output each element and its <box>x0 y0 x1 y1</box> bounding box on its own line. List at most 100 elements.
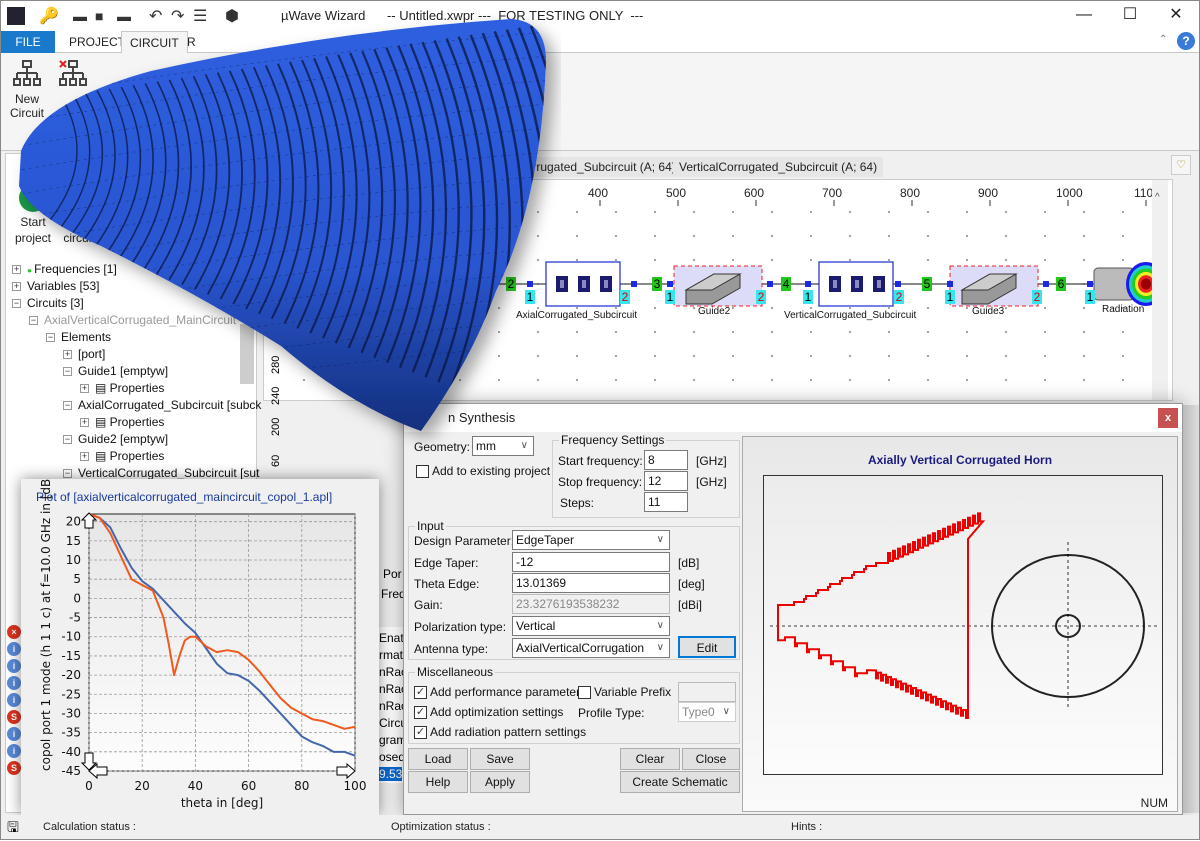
edit-button[interactable]: Edit <box>678 636 736 658</box>
tree-item[interactable]: + ▤ Properties <box>80 381 164 395</box>
radiation-pattern-checkbox[interactable]: ✓ <box>414 726 427 739</box>
grid-dot <box>693 379 695 381</box>
tree-item[interactable]: − AxialCorrugated_Subcircuit [subck <box>63 398 261 412</box>
grid-dot <box>771 211 773 213</box>
tree-item[interactable]: + [port] <box>63 347 105 361</box>
geometry-select[interactable]: mm <box>472 436 534 456</box>
profile-type-select: Type0 <box>678 702 736 722</box>
component-icon[interactable]: ⬢ <box>225 6 239 26</box>
tree-item[interactable]: − Guide2 [emptyw] <box>63 432 168 446</box>
tree-scrollbar[interactable] <box>240 324 254 384</box>
expand-icon[interactable]: + <box>12 265 21 275</box>
collapse-icon[interactable]: − <box>63 367 72 377</box>
add-existing-checkbox[interactable] <box>416 465 429 478</box>
clear-button[interactable]: Clear <box>620 748 680 770</box>
app-icon[interactable] <box>7 7 25 25</box>
maximize-button[interactable]: ☐ <box>1115 5 1145 27</box>
minimize-button[interactable]: — <box>1069 5 1099 27</box>
expand-icon[interactable]: + <box>80 418 89 428</box>
list-icon[interactable]: ☰ <box>193 6 207 26</box>
grid-dot <box>459 355 461 357</box>
tree-item[interactable]: − AxialVerticalCorrugated_MainCircuit <box>29 313 236 327</box>
apply-button[interactable]: Apply <box>470 771 530 793</box>
start-frequency-input[interactable]: 8 <box>644 450 688 470</box>
tree-item[interactable]: − Guide1 [emptyw] <box>63 364 168 378</box>
folder-icon[interactable]: ▬ <box>117 8 131 24</box>
open-icon[interactable]: ▬ <box>73 8 87 24</box>
redo-icon[interactable]: ↷ <box>171 6 184 26</box>
performance-checkbox[interactable]: ✓ <box>414 686 427 699</box>
port-connector[interactable] <box>527 281 533 287</box>
port-connector[interactable] <box>895 281 901 287</box>
grid-dot <box>1005 211 1007 213</box>
tree-item[interactable]: + ▤ Properties <box>80 415 164 429</box>
port-connector[interactable] <box>947 281 953 287</box>
variable-prefix-checkbox[interactable] <box>578 686 591 699</box>
collapse-icon[interactable]: − <box>29 316 38 326</box>
polarization-select[interactable]: Vertical <box>512 616 670 636</box>
tree-item[interactable]: − Circuits [3] <box>12 296 84 310</box>
tree-item[interactable]: − Elements <box>46 330 111 344</box>
port-connector[interactable] <box>1043 281 1049 287</box>
grid-dot <box>498 307 500 309</box>
expand-icon[interactable]: + <box>80 452 89 462</box>
stop-frequency-input[interactable]: 12 <box>644 471 688 491</box>
collapse-icon[interactable]: − <box>12 299 21 309</box>
load-button[interactable]: Load <box>408 748 468 770</box>
collapse-icon[interactable]: − <box>63 435 72 445</box>
tab-circuit[interactable]: CIRCUIT <box>121 31 188 53</box>
optimization-checkbox[interactable]: ✓ <box>414 706 427 719</box>
tab-axial-subcircuit[interactable]: Corrugated_Subcircuit (A; 64) <box>511 157 682 177</box>
help-icon[interactable]: ? <box>1177 32 1195 50</box>
port-connector[interactable] <box>767 281 773 287</box>
collapse-icon[interactable]: − <box>63 401 72 411</box>
grid-dot <box>1083 307 1085 309</box>
tree-item[interactable]: + ● Frequencies [1] <box>12 262 117 276</box>
tree-item-label: VerticalCorrugated_Subcircuit [sut <box>78 466 260 480</box>
tree-item[interactable]: − VerticalCorrugated_Subcircuit [sut <box>63 466 259 480</box>
stop-icon: S <box>7 710 21 724</box>
tree-item[interactable]: + Variables [53] <box>12 279 100 293</box>
close-button[interactable]: ✕ <box>1161 5 1191 27</box>
help-button[interactable]: Help <box>408 771 468 793</box>
expand-icon[interactable]: + <box>12 282 21 292</box>
key-icon[interactable]: 🔑 <box>39 6 59 26</box>
delete-circuit-button[interactable] <box>55 59 91 92</box>
close-dialog-button[interactable]: Close <box>682 748 740 770</box>
steps-input[interactable]: 11 <box>644 492 688 512</box>
tab-vertical-subcircuit[interactable]: VerticalCorrugated_Subcircuit (A; 64) <box>673 157 884 177</box>
scroll-up-icon[interactable]: ^ <box>1155 192 1160 203</box>
tree-item[interactable]: + ▤ Properties <box>80 449 164 463</box>
expand-icon[interactable]: + <box>63 350 72 360</box>
tab-file[interactable]: FILE <box>1 31 55 53</box>
undo-icon[interactable]: ↶ <box>149 6 162 26</box>
port-connector[interactable] <box>631 281 637 287</box>
grid-dot <box>498 331 500 333</box>
grid-dot <box>771 259 773 261</box>
start-circuit-button[interactable]: Start circuit <box>54 184 104 246</box>
edge-taper-input[interactable]: -12 <box>512 552 670 572</box>
design-parameter-select[interactable]: EdgeTaper <box>512 530 670 550</box>
collapse-icon[interactable]: − <box>63 469 72 479</box>
grid-dot <box>498 235 500 237</box>
port-connector[interactable] <box>667 281 673 287</box>
theta-edge-input[interactable]: 13.01369 <box>512 573 670 593</box>
chevron-up-icon[interactable]: ⌃ <box>1159 34 1167 45</box>
create-schematic-button[interactable]: Create Schematic <box>620 771 740 793</box>
right-scrollbar[interactable] <box>1183 405 1199 813</box>
schematic-canvas[interactable]: 400 500 600 700 800 900 1000 1100 2 3 4 5 6 1 1 1 1 1 2 2 2 2… <box>263 179 1173 467</box>
expand-icon[interactable]: + <box>80 384 89 394</box>
antenna-type-select[interactable]: AxialVerticalCorrugation <box>512 638 670 658</box>
heart-dropdown-icon[interactable]: ♡ <box>1171 155 1191 175</box>
new-circuit-button[interactable]: New Circuit <box>9 59 45 120</box>
save-icon[interactable]: ■ <box>95 8 103 24</box>
ribbon-panel: New Circuit <box>1 53 1199 151</box>
collapse-icon[interactable]: − <box>46 333 55 343</box>
dialog-close-button[interactable]: x <box>1158 408 1178 428</box>
port-connector[interactable] <box>805 281 811 287</box>
start-project-button[interactable]: Start project <box>8 184 58 246</box>
save-button[interactable]: Save <box>470 748 530 770</box>
tab-r[interactable]: R <box>179 31 204 53</box>
port-connector[interactable] <box>1087 281 1093 287</box>
schematic-scrollbar[interactable]: ^ <box>1152 180 1168 400</box>
